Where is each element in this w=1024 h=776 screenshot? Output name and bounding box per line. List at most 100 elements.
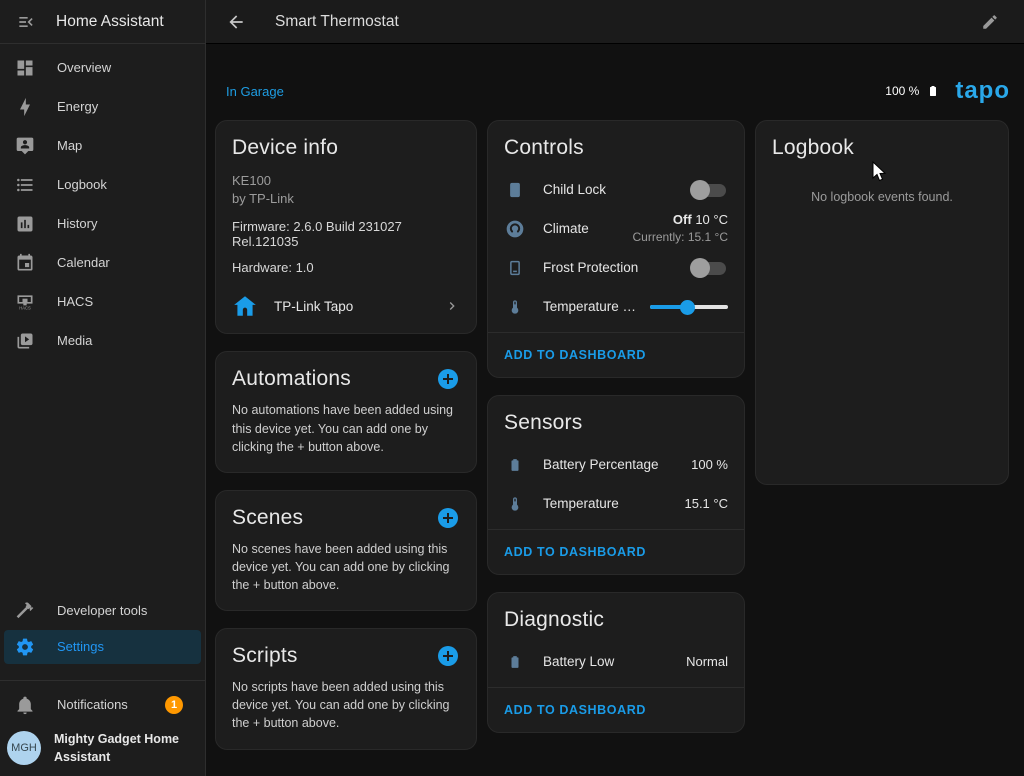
frost-protection-toggle[interactable] <box>690 258 728 278</box>
card-title: Scenes <box>232 506 303 530</box>
device-info-card: Device info KE100 by TP-Link Firmware: 2… <box>215 120 477 334</box>
sensor-row-temperature[interactable]: Temperature 15.1 °C <box>488 484 744 523</box>
sidebar-item-settings[interactable]: Settings <box>4 630 201 664</box>
sidebar-item-label: Settings <box>57 639 104 654</box>
sidebar-item-media[interactable]: Media <box>0 321 205 360</box>
control-row-climate[interactable]: Climate Off 10 °C Currently: 15.1 °C <box>488 209 744 248</box>
sensor-label: Battery Percentage <box>543 457 691 472</box>
back-button[interactable] <box>224 10 248 34</box>
diagnostic-row-battery-low[interactable]: Battery Low Normal <box>488 642 744 681</box>
app-title: Home Assistant <box>56 13 164 31</box>
controls-card: Controls Child Lock <box>487 120 745 378</box>
thermostat-dial-icon <box>504 219 526 239</box>
card-title: Logbook <box>772 136 854 160</box>
diagnostic-add-to-dashboard-button[interactable]: ADD TO DASHBOARD <box>504 703 646 717</box>
sidebar-item-calendar[interactable]: Calendar <box>0 243 205 282</box>
pencil-icon <box>981 13 999 31</box>
edit-device-button[interactable] <box>978 10 1002 34</box>
sidebar-item-label: Calendar <box>57 255 110 270</box>
sidebar-divider <box>0 680 205 681</box>
sidebar-item-label: Logbook <box>57 177 107 192</box>
sensor-label: Temperature <box>543 496 684 511</box>
card-title: Diagnostic <box>504 608 604 632</box>
sidebar-item-energy[interactable]: Energy <box>0 87 205 126</box>
sidebar-item-overview[interactable]: Overview <box>0 48 205 87</box>
sensor-value: 100 % <box>691 457 728 472</box>
valve-device-icon <box>504 180 526 200</box>
sidebar-collapse-button[interactable] <box>14 10 38 34</box>
device-manufacturer: by TP-Link <box>232 190 460 208</box>
thermometer-icon <box>504 494 526 514</box>
notification-badge: 1 <box>165 696 183 714</box>
chart-box-icon <box>15 214 35 234</box>
sidebar-item-label: Notifications <box>57 697 128 712</box>
sidebar-item-label: Map <box>57 138 82 153</box>
logbook-empty-text: No logbook events found. <box>756 190 1008 204</box>
child-lock-toggle[interactable] <box>690 180 728 200</box>
sidebar-header: Home Assistant <box>0 0 205 44</box>
sidebar-item-developer-tools[interactable]: Developer tools <box>0 591 205 630</box>
sidebar-item-label: Energy <box>57 99 98 114</box>
add-automation-button[interactable] <box>436 367 460 391</box>
automations-empty-text: No automations have been added using thi… <box>216 397 476 471</box>
device-battery-percent: 100 % <box>885 84 919 98</box>
add-script-button[interactable] <box>436 644 460 668</box>
sidebar: Home Assistant Overview Energy Map Logbo… <box>0 0 206 776</box>
content-topbar: In Garage 100 % tapo <box>226 78 1010 104</box>
play-box-icon <box>15 331 35 351</box>
avatar: MGH <box>7 731 41 765</box>
card-title: Automations <box>232 367 351 391</box>
home-assistant-app: Home Assistant Overview Energy Map Logbo… <box>0 0 1024 776</box>
temperature-slider-thumb[interactable] <box>680 300 695 315</box>
device-hardware: Hardware: 1.0 <box>232 260 460 275</box>
scenes-empty-text: No scenes have been added using this dev… <box>216 536 476 610</box>
chevron-right-icon <box>444 298 460 314</box>
sidebar-item-history[interactable]: History <box>0 204 205 243</box>
card-columns: Device info KE100 by TP-Link Firmware: 2… <box>206 104 1024 750</box>
sidebar-item-notifications[interactable]: Notifications 1 <box>0 686 205 724</box>
menu-collapse-icon <box>16 12 36 32</box>
main-area: Smart Thermostat In Garage 100 % tapo <box>206 0 1024 776</box>
sensor-row-battery[interactable]: Battery Percentage 100 % <box>488 445 744 484</box>
calendar-icon <box>15 253 35 273</box>
add-scene-button[interactable] <box>436 506 460 530</box>
control-label: Temperature … <box>543 299 650 314</box>
diagnostic-value: Normal <box>686 654 728 669</box>
card-title: Scripts <box>232 644 298 668</box>
automations-card: Automations No automations have been add… <box>215 351 477 472</box>
diagnostic-card: Diagnostic Battery Low Normal <box>487 592 745 733</box>
topbar-right: 100 % tapo <box>885 77 1010 105</box>
area-link[interactable]: In Garage <box>226 84 284 99</box>
hammer-icon <box>15 600 35 620</box>
sidebar-item-label: Developer tools <box>57 603 147 618</box>
control-row-temperature: Temperature … <box>488 287 744 326</box>
sensor-value: 15.1 °C <box>684 496 728 511</box>
controls-add-to-dashboard-button[interactable]: ADD TO DASHBOARD <box>504 348 646 362</box>
climate-target-temp: 10 °C <box>695 212 728 227</box>
bell-icon <box>15 695 35 715</box>
sidebar-bottom: Developer tools Settings Notifications 1… <box>0 591 205 776</box>
sidebar-item-label: History <box>57 216 97 231</box>
valve-device-icon <box>504 258 526 278</box>
gear-icon <box>15 637 35 657</box>
sidebar-user[interactable]: MGH Mighty Gadget Home Assistant <box>0 724 205 776</box>
integration-link[interactable]: TP-Link Tapo <box>232 293 460 319</box>
page-title: Smart Thermostat <box>275 13 399 31</box>
sidebar-item-hacs[interactable]: HACS HACS <box>0 282 205 321</box>
control-label: Child Lock <box>543 182 690 197</box>
sidebar-item-logbook[interactable]: Logbook <box>0 165 205 204</box>
device-page-content: In Garage 100 % tapo Device info KE100 <box>206 44 1024 776</box>
temperature-slider[interactable] <box>650 297 728 317</box>
sensors-add-to-dashboard-button[interactable]: ADD TO DASHBOARD <box>504 545 646 559</box>
user-name: Mighty Gadget Home Assistant <box>54 730 184 766</box>
sidebar-nav: Overview Energy Map Logbook History Cale… <box>0 44 205 360</box>
diagnostic-label: Battery Low <box>543 654 686 669</box>
scripts-empty-text: No scripts have been added using this de… <box>216 674 476 748</box>
card-title: Controls <box>504 136 584 160</box>
sidebar-item-map[interactable]: Map <box>0 126 205 165</box>
control-row-frost-protection: Frost Protection <box>488 248 744 287</box>
control-row-child-lock: Child Lock <box>488 170 744 209</box>
card-title: Sensors <box>504 411 582 435</box>
sidebar-item-label: Media <box>57 333 92 348</box>
control-label: Frost Protection <box>543 260 690 275</box>
